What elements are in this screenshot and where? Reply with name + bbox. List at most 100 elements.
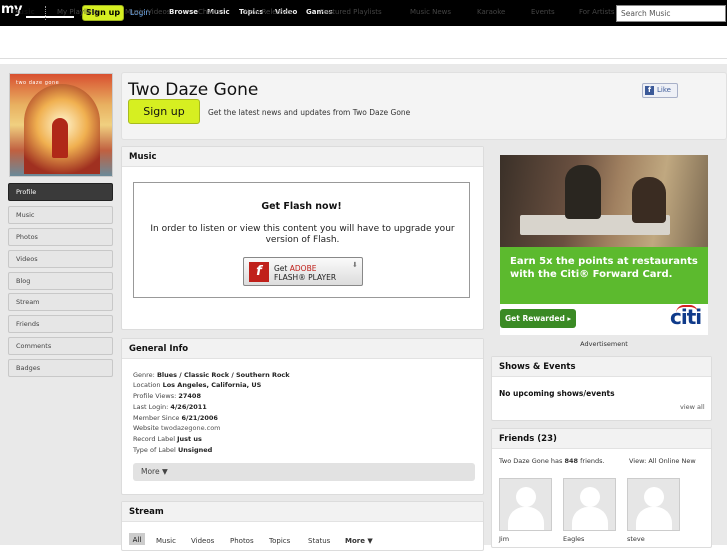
subnav-music-videos[interactable]: Music Videos xyxy=(125,8,170,16)
friends-summary-prefix: Two Daze Gone has xyxy=(499,457,565,465)
flash-badge-player: FLASH® PLAYER xyxy=(274,273,337,282)
get-flash-button[interactable]: f Get ADOBE FLASH® PLAYER ⬇ xyxy=(243,257,363,286)
friends-filter-all[interactable]: All xyxy=(648,457,656,465)
sidebar-item-stream[interactable]: Stream xyxy=(8,293,113,311)
ad-headline: Earn 5x the points at restaurants with t… xyxy=(510,256,698,280)
friends-filter-new[interactable]: New xyxy=(682,457,696,465)
info-label: Last Login: xyxy=(133,403,171,411)
stream-tab-videos[interactable]: Videos xyxy=(191,537,214,545)
info-label: Profile Views: xyxy=(133,392,179,400)
flash-badge-get-text: Get xyxy=(274,264,290,273)
shows-view-all-link[interactable]: view all xyxy=(680,403,705,411)
photo-caption: two daze gone xyxy=(16,80,60,86)
shows-empty-message: No upcoming shows/events xyxy=(499,389,615,398)
subnav-featured-playlists[interactable]: Featured Playlists xyxy=(320,8,382,16)
sidebar-item-badges[interactable]: Badges xyxy=(8,359,113,377)
sidebar-item-music[interactable]: Music xyxy=(8,206,113,224)
subnav-new-releases[interactable]: New Releases xyxy=(244,8,293,16)
info-profile-views: Profile Views: 27408 xyxy=(133,392,201,400)
friends-count: 848 xyxy=(564,457,579,465)
citi-ad[interactable]: Earn 5x the points at restaurants with t… xyxy=(500,155,708,335)
general-info-title: General Info xyxy=(122,339,483,359)
info-value: Just us xyxy=(177,435,202,443)
stream-tab-photos[interactable]: Photos xyxy=(230,537,254,545)
stream-tab-status[interactable]: Status xyxy=(308,537,330,545)
friend-avatar[interactable] xyxy=(627,478,680,531)
photo-figure xyxy=(52,118,68,158)
info-genre: Genre: Blues / Classic Rock / Southern R… xyxy=(133,371,290,379)
stream-tab-music[interactable]: Music xyxy=(156,537,176,545)
friends-summary: Two Daze Gone has 848 friends. xyxy=(499,457,605,465)
subnav-karaoke[interactable]: Karaoke xyxy=(477,8,505,16)
sidebar-item-comments[interactable]: Comments xyxy=(8,337,113,355)
sidebar-item-photos[interactable]: Photos xyxy=(8,228,113,246)
info-value: Unsigned xyxy=(177,446,213,454)
flash-badge-get: Get ADOBE xyxy=(274,264,316,273)
info-member-since: Member Since 6/21/2006 xyxy=(133,414,218,422)
flash-message: In order to listen or view this content … xyxy=(150,224,455,245)
friends-filter: View: All Online New xyxy=(629,457,696,465)
info-last-login: Last Login: 4/26/2011 xyxy=(133,403,207,411)
info-value: Los Angeles, California, US xyxy=(162,381,262,389)
sidebar-item-blog[interactable]: Blog xyxy=(8,272,113,290)
shows-title: Shows & Events xyxy=(492,357,711,377)
stream-tab-all[interactable]: All xyxy=(129,533,145,545)
adobe-text: ADOBE xyxy=(289,264,317,273)
info-location: Location Los Angeles, California, US xyxy=(133,381,261,389)
ad-photo-person xyxy=(565,165,601,219)
info-label: Genre: xyxy=(133,371,157,379)
info-label: Type of Label xyxy=(133,446,178,454)
advertisement-label: Advertisement xyxy=(580,340,628,348)
info-value: 6/21/2006 xyxy=(181,414,218,422)
subnav-my-playlists[interactable]: My Playlists xyxy=(57,8,98,16)
music-subnav xyxy=(0,33,727,59)
music-panel-title: Music xyxy=(122,147,483,167)
subnav-events[interactable]: Events xyxy=(531,8,555,16)
subnav-charts[interactable]: Charts xyxy=(198,8,221,16)
sidebar-item-friends[interactable]: Friends xyxy=(8,315,113,333)
info-website: Website twodazegone.com xyxy=(133,424,221,432)
info-value: 27408 xyxy=(178,392,201,400)
more-info-button[interactable]: More ▼ xyxy=(133,463,475,481)
friend-avatar[interactable] xyxy=(563,478,616,531)
friends-filter-online[interactable]: Online xyxy=(658,457,679,465)
avatar-head xyxy=(644,487,664,507)
facebook-icon: f xyxy=(645,86,654,95)
subnav-music[interactable]: Music xyxy=(12,8,35,16)
artist-name: Two Daze Gone xyxy=(128,80,259,100)
nav-browse[interactable]: Browse xyxy=(169,8,198,16)
friend-name[interactable]: Eagles xyxy=(563,535,584,543)
subnav-divider xyxy=(45,6,46,20)
subnav-music-news[interactable]: Music News xyxy=(410,8,451,16)
website-link[interactable]: twodazegone.com xyxy=(161,424,221,432)
logo-underline xyxy=(26,16,74,18)
sidebar-item-videos[interactable]: Videos xyxy=(8,250,113,268)
info-label: Website xyxy=(133,424,161,432)
avatar-head xyxy=(516,487,536,507)
avatar-body xyxy=(572,507,608,530)
get-rewarded-button[interactable]: Get Rewarded ▸ xyxy=(500,309,576,328)
friends-view-label: View: xyxy=(629,457,649,465)
search-input[interactable]: Search Music xyxy=(616,5,726,22)
artist-photo[interactable]: two daze gone xyxy=(9,73,113,177)
stream-tab-topics[interactable]: Topics xyxy=(269,537,290,545)
friend-avatar[interactable] xyxy=(499,478,552,531)
friend-name[interactable]: Jim xyxy=(499,535,509,543)
info-label-type: Type of Label Unsigned xyxy=(133,446,212,454)
info-value: 4/26/2011 xyxy=(170,403,207,411)
ad-photo-person xyxy=(632,177,666,223)
avatar-body xyxy=(508,507,544,530)
flash-notice: Get Flash now! In order to listen or vie… xyxy=(133,182,470,298)
subnav-for-artists[interactable]: For Artists xyxy=(579,8,615,16)
download-arrow-icon: ⬇ xyxy=(352,261,358,269)
flash-icon: f xyxy=(249,262,269,282)
stream-tab-more[interactable]: More ▼ xyxy=(345,537,373,545)
avatar-head xyxy=(580,487,600,507)
signup-button[interactable]: Sign up xyxy=(128,99,200,124)
flash-title: Get Flash now! xyxy=(261,201,342,212)
info-label: Location xyxy=(133,381,163,389)
friend-name[interactable]: steve xyxy=(627,535,645,543)
signup-description: Get the latest news and updates from Two… xyxy=(208,108,411,117)
friends-summary-suffix: friends. xyxy=(578,457,605,465)
sidebar-item-profile[interactable]: Profile xyxy=(8,183,113,201)
